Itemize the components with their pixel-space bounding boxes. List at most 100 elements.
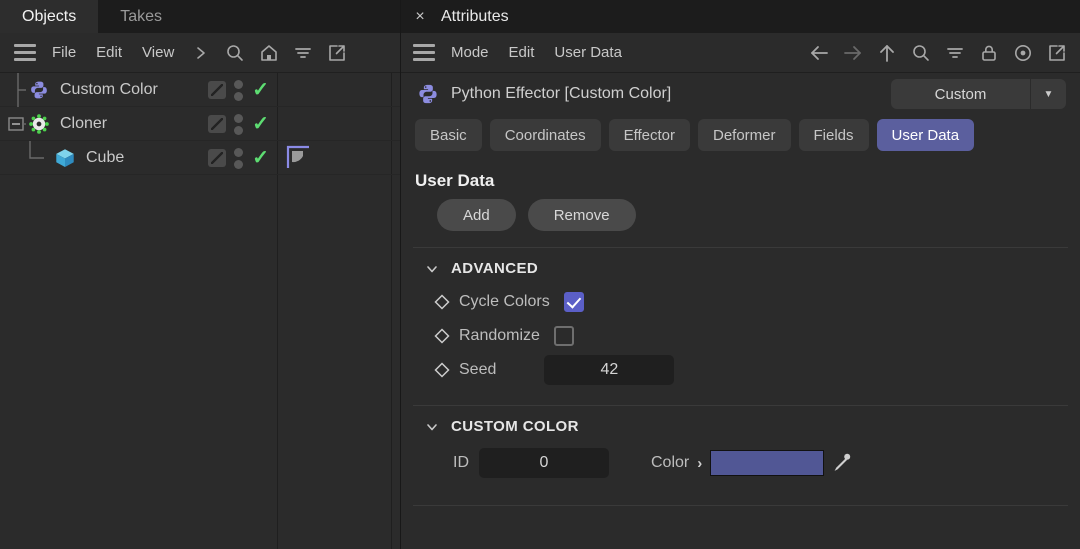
app-root: Objects Takes File Edit View Custom Colo… [0,0,1080,549]
cloner-gear-icon [26,111,52,137]
arrow-left-icon[interactable] [802,36,836,70]
tab-takes-label: Takes [120,7,163,25]
keyframe-diamond-icon[interactable] [429,293,455,311]
property-row-seed: Seed 42 [401,353,1080,387]
chevron-right-icon[interactable] [184,36,218,70]
property-label: Seed [459,361,497,378]
tab-deformer-label: Deformer [713,126,776,144]
tab-basic-label: Basic [430,126,467,144]
corner-tag-icon[interactable] [280,141,320,175]
edit-square-icon[interactable] [208,81,227,99]
tab-effector[interactable]: Effector [608,119,690,151]
tab-objects-label: Objects [22,7,77,25]
chevron-down-icon[interactable]: ▼ [1030,79,1066,109]
group-label: CUSTOM COLOR [451,418,579,435]
seed-input[interactable]: 42 [544,355,675,385]
menu-edit[interactable]: Edit [86,33,132,73]
panel-title: Attributes [441,7,509,25]
menu-edit[interactable]: Edit [499,33,545,73]
mode-dropdown-value: Custom [934,85,987,103]
objects-panel: Objects Takes File Edit View Custom Colo… [0,0,400,549]
cube-icon [52,145,78,171]
tab-user-data[interactable]: User Data [876,119,975,151]
chevron-down-icon[interactable] [425,262,439,276]
randomize-checkbox[interactable] [553,326,574,346]
table-row[interactable]: Custom Color ✓ [0,72,400,107]
chevron-right-icon[interactable]: › [689,455,710,472]
eyedropper-icon[interactable] [824,448,858,478]
user-data-buttons: Add Remove [401,199,1080,247]
menu-view[interactable]: View [132,33,184,73]
property-label: Randomize [459,327,540,344]
attribute-tabs: Basic Coordinates Effector Deformer Fiel… [401,115,1080,161]
id-input[interactable]: 0 [479,448,609,478]
property-label: Cycle Colors [459,293,550,310]
color-label: Color [651,454,690,471]
visibility-dots-icon[interactable] [234,113,244,135]
id-label: ID [453,454,469,471]
arrow-right-icon[interactable] [836,36,870,70]
add-button[interactable]: Add [437,199,516,231]
row-controls: ✓ [208,73,277,107]
edit-square-icon[interactable] [208,149,227,167]
objects-tabbar: Objects Takes [0,0,400,33]
menu-file[interactable]: File [42,33,86,73]
group-header-custom-color[interactable]: CUSTOM COLOR [401,406,1080,443]
menu-user-data[interactable]: User Data [544,33,632,73]
tab-effector-label: Effector [623,126,675,144]
remove-button[interactable]: Remove [527,199,636,231]
property-row-cycle-colors: Cycle Colors [401,285,1080,319]
enabled-check-icon[interactable]: ✓ [252,148,269,168]
visibility-dots-icon[interactable] [234,147,244,169]
filter-icon[interactable] [286,36,320,70]
tab-fields[interactable]: Fields [798,119,869,151]
search-icon[interactable] [218,36,252,70]
keyframe-diamond-icon[interactable] [429,327,455,345]
tab-objects[interactable]: Objects [0,0,99,33]
row-controls: ✓ [208,107,277,141]
tab-takes[interactable]: Takes [98,0,184,33]
page-title: Python Effector [Custom Color] [451,85,672,102]
search-icon[interactable] [904,36,938,70]
enabled-check-icon[interactable]: ✓ [252,80,269,100]
attributes-panel: × Attributes Mode Edit User Data Python … [400,0,1080,549]
enabled-check-icon[interactable]: ✓ [252,114,269,134]
home-icon[interactable] [252,36,286,70]
tree-branch-lines [0,72,26,107]
tab-user-data-label: User Data [891,126,960,144]
python-icon [415,81,441,107]
tab-basic[interactable]: Basic [415,119,482,151]
chevron-down-icon[interactable] [425,420,439,434]
object-tree: Custom Color ✓ Cloner ✓ Cube ✓ [0,72,400,549]
close-icon[interactable]: × [411,8,429,26]
cycle-colors-checkbox[interactable] [563,292,584,312]
lock-icon[interactable] [972,36,1006,70]
divider [413,505,1068,506]
target-icon[interactable] [1006,36,1040,70]
menu-mode[interactable]: Mode [441,33,499,73]
attributes-tabbar: × Attributes [401,0,1080,33]
arrow-up-icon[interactable] [870,36,904,70]
tree-item-label: Custom Color [60,80,158,98]
tab-deformer[interactable]: Deformer [698,119,791,151]
tree-item-label: Cloner [60,114,108,132]
attribute-object-header: Python Effector [Custom Color] Custom ▼ [401,73,1080,115]
group-header-advanced[interactable]: ADVANCED [401,248,1080,285]
color-swatch[interactable] [710,450,825,476]
tab-coordinates[interactable]: Coordinates [489,119,601,151]
external-link-icon[interactable] [1040,36,1074,70]
edit-square-icon[interactable] [208,115,227,133]
hamburger-icon[interactable] [8,40,42,66]
table-row[interactable]: Cube ✓ [0,140,400,175]
table-row[interactable]: Cloner ✓ [0,107,400,141]
mode-dropdown[interactable]: Custom ▼ [891,79,1066,109]
tree-branch-lines [0,140,52,175]
hamburger-icon[interactable] [407,40,441,66]
tree-expander[interactable] [0,107,26,141]
filter-icon[interactable] [938,36,972,70]
external-link-icon[interactable] [320,36,354,70]
python-icon [26,77,52,103]
keyframe-diamond-icon[interactable] [429,361,455,379]
visibility-dots-icon[interactable] [234,79,244,101]
tab-fields-label: Fields [813,126,854,144]
